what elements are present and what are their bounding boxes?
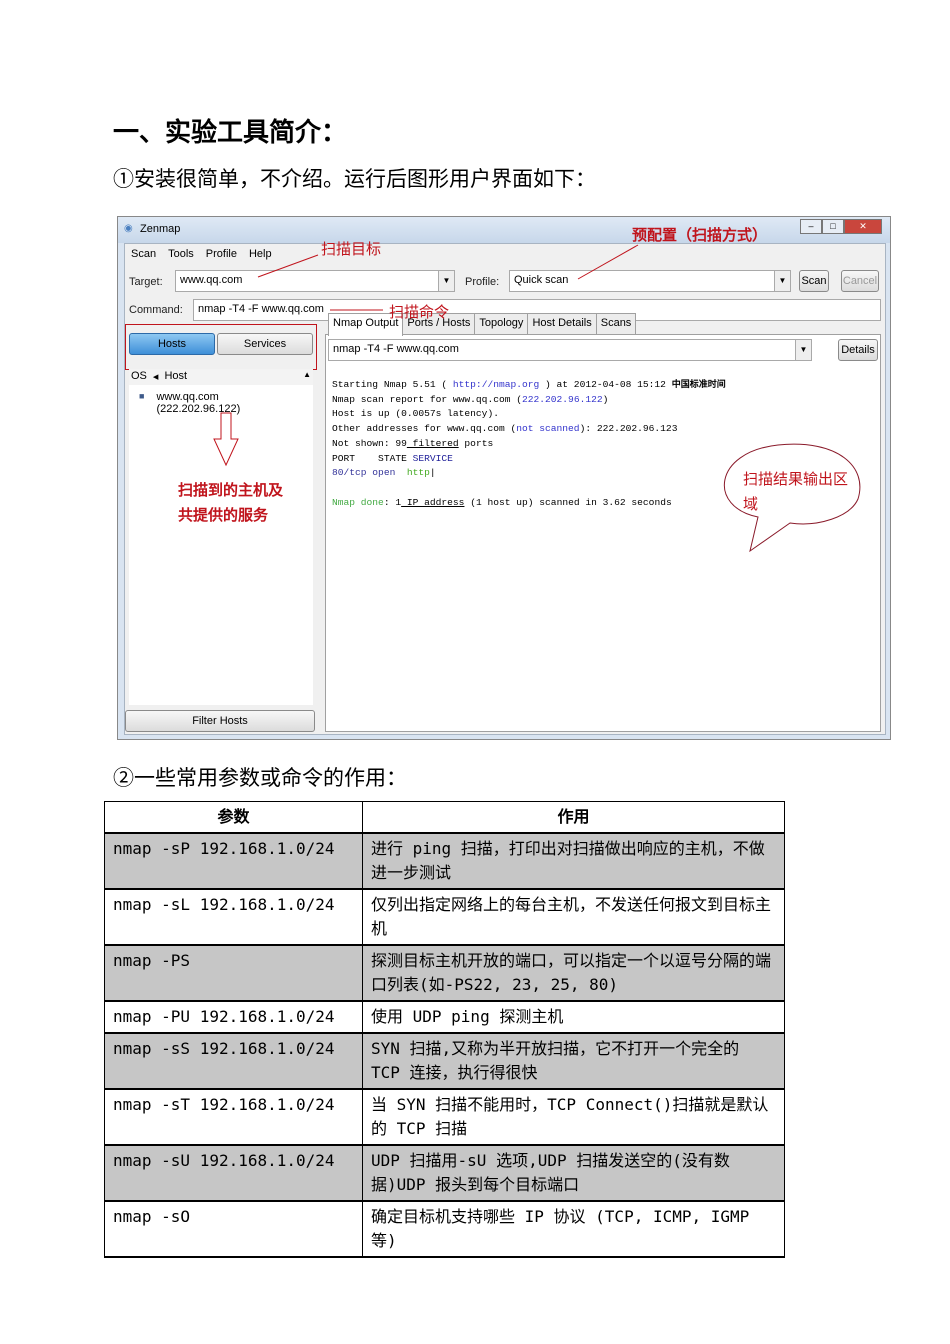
param-cell: nmap -sS 192.168.1.0/24 — [104, 1032, 363, 1090]
annotation-command: 扫描命令 — [389, 303, 450, 321]
param-cell: nmap -sO — [104, 1200, 363, 1258]
desc-cell: 确定目标机支持哪些 IP 协议 (TCP, ICMP, IGMP 等) — [362, 1200, 785, 1258]
param-cell: nmap -sL 192.168.1.0/24 — [104, 888, 363, 946]
desc-cell: 进行 ping 扫描，打印出对扫描做出响应的主机，不做进一步测试 — [362, 832, 785, 890]
table-row: nmap -sP 192.168.1.0/24 进行 ping 扫描，打印出对扫描… — [104, 832, 785, 890]
annotation-hosts: 扫描到的主机及 共提供的服务 — [178, 481, 284, 524]
intro-text: ①安装很简单，不介绍。运行后图形用户界面如下： — [113, 167, 596, 191]
annotation-profile: 预配置（扫描方式） — [632, 226, 768, 244]
params-table: 参数 作用 nmap -sP 192.168.1.0/24 进行 ping 扫描，… — [104, 801, 785, 1258]
param-cell: nmap -PU 192.168.1.0/24 — [104, 1000, 363, 1034]
param-cell: nmap -sP 192.168.1.0/24 — [104, 832, 363, 890]
desc-cell: 探测目标主机开放的端口，可以指定一个以逗号分隔的端口列表(如-PS22, 23,… — [362, 944, 785, 1002]
header-desc: 作用 — [362, 801, 785, 834]
param-cell: nmap -sU 192.168.1.0/24 — [104, 1144, 363, 1202]
params-intro: ②一些常用参数或命令的作用： — [113, 766, 407, 790]
desc-cell: SYN 扫描,又称为半开放扫描，它不打开一个完全的 TCP 连接，执行得很快 — [362, 1032, 785, 1090]
desc-cell: 仅列出指定网络上的每台主机，不发送任何报文到目标主机 — [362, 888, 785, 946]
table-row: nmap -sU 192.168.1.0/24 UDP 扫描用-sU 选项,UDP… — [104, 1144, 785, 1202]
table-row: nmap -PS 探测目标主机开放的端口，可以指定一个以逗号分隔的端口列表(如-P… — [104, 944, 785, 1002]
annotation-target: 扫描目标 — [321, 240, 382, 258]
desc-cell: 当 SYN 扫描不能用时，TCP Connect()扫描就是默认的 TCP 扫描 — [362, 1088, 785, 1146]
zenmap-screenshot: ◉ Zenmap – □ ✕ Scan Tools Profile Help Tar… — [117, 216, 891, 740]
param-cell: nmap -PS — [104, 944, 363, 1002]
param-cell: nmap -sT 192.168.1.0/24 — [104, 1088, 363, 1146]
table-row: nmap -sO 确定目标机支持哪些 IP 协议 (TCP, ICMP, IGMP… — [104, 1200, 785, 1258]
table-row: nmap -PU 192.168.1.0/24 使用 UDP ping 探测主机 — [104, 1000, 785, 1034]
table-row: nmap -sL 192.168.1.0/24 仅列出指定网络上的每台主机，不发送… — [104, 888, 785, 946]
section-heading: 一、实验工具简介： — [113, 118, 348, 148]
desc-cell: UDP 扫描用-sU 选项,UDP 扫描发送空的(没有数据)UDP 报头到每个目… — [362, 1144, 785, 1202]
table-row: nmap -sS 192.168.1.0/24 SYN 扫描,又称为半开放扫描，它… — [104, 1032, 785, 1090]
table-row: nmap -sT 192.168.1.0/24 当 SYN 扫描不能用时，TCP … — [104, 1088, 785, 1146]
desc-cell: 使用 UDP ping 探测主机 — [362, 1000, 785, 1034]
annotation-output: 扫描结果输出区 域 — [743, 470, 849, 513]
header-param: 参数 — [104, 801, 363, 834]
